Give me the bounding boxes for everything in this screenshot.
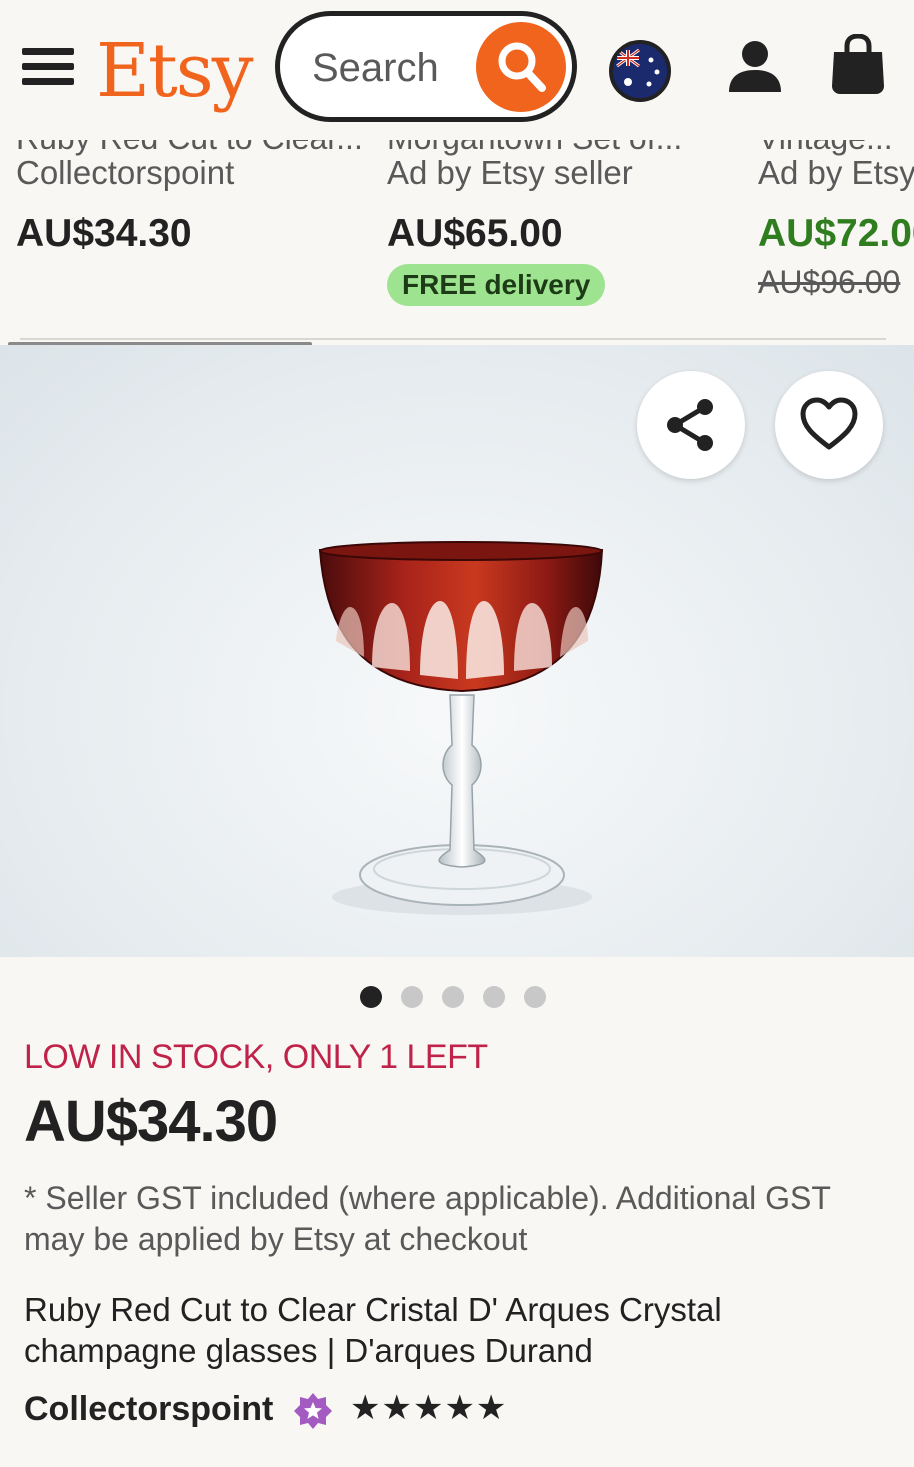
listing-price: AU$65.00: [387, 212, 563, 255]
search-icon: [498, 42, 546, 92]
search-input[interactable]: Search: [312, 46, 439, 91]
shop-name-link[interactable]: Collectorspoint: [24, 1390, 273, 1429]
favorite-button[interactable]: [775, 371, 883, 479]
product-image[interactable]: [0, 345, 914, 957]
star-seller-icon: [294, 1393, 332, 1429]
listing-original-price: AU$96.00: [758, 264, 901, 300]
listing-sale-price: AU$72.00: [758, 212, 914, 255]
bag-icon[interactable]: [830, 33, 886, 96]
related-listings-carousel[interactable]: Ruby Red Cut to Clear... Collectorspoint…: [0, 140, 914, 355]
stock-notice: LOW IN STOCK, ONLY 1 LEFT: [24, 1038, 488, 1076]
divider: [20, 338, 886, 340]
related-listing-card[interactable]: Vintage... Ad by Etsy seller AU$72.00 AU…: [758, 140, 914, 340]
top-header: Etsy Search: [0, 0, 914, 140]
search-bar[interactable]: Search: [275, 11, 577, 122]
heart-icon: [800, 397, 858, 450]
pagination-dot[interactable]: [483, 986, 505, 1008]
product-price: AU$34.30: [24, 1089, 278, 1154]
menu-icon[interactable]: [22, 46, 76, 88]
image-pagination-dots: [360, 986, 560, 1008]
etsy-logo[interactable]: Etsy: [96, 26, 254, 116]
pagination-dot[interactable]: [360, 986, 382, 1008]
product-page: Etsy Search Collectorspoint AU$34.30 Ad …: [0, 0, 914, 1467]
product-title: Ruby Red Cut to Clear Cristal D' Arques …: [24, 1291, 722, 1369]
listing-price: AU$34.30: [16, 212, 192, 255]
free-delivery-badge: FREE delivery: [387, 264, 606, 306]
related-listing-card[interactable]: Morgantown Set of... Ad by Etsy seller A…: [387, 140, 747, 340]
pagination-dot[interactable]: [524, 986, 546, 1008]
australia-flag-icon[interactable]: [609, 40, 671, 102]
listing-seller: Ad by Etsy seller: [387, 154, 633, 191]
pagination-dot[interactable]: [442, 986, 464, 1008]
gst-note: * Seller GST included (where applicable)…: [24, 1180, 831, 1257]
listing-seller: Ad by Etsy seller: [758, 154, 914, 191]
search-button[interactable]: [476, 22, 566, 112]
share-icon: [667, 399, 713, 451]
shop-info: Collectorspoint ★★★★★: [24, 1388, 904, 1434]
rating-stars[interactable]: ★★★★★: [350, 1388, 507, 1428]
listing-seller: Collectorspoint: [16, 154, 235, 191]
related-listing-card[interactable]: Ruby Red Cut to Clear... Collectorspoint…: [16, 140, 376, 340]
user-icon[interactable]: [726, 38, 784, 96]
share-button[interactable]: [637, 371, 745, 479]
pagination-dot[interactable]: [401, 986, 423, 1008]
